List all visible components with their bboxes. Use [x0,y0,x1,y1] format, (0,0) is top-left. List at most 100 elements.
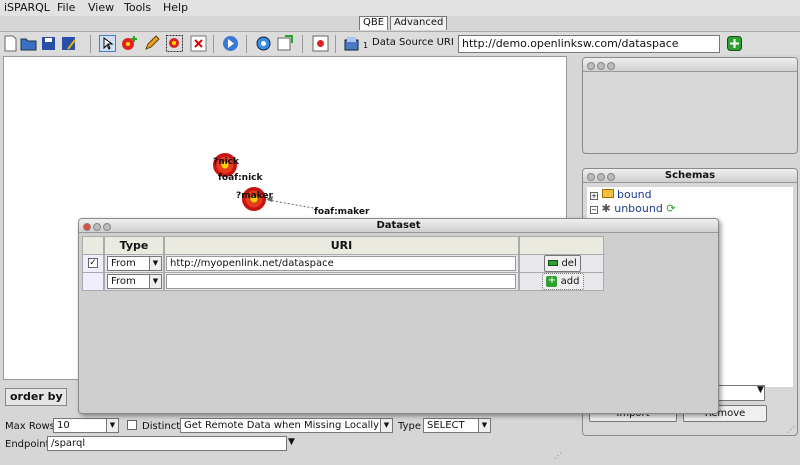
add-data-source-icon[interactable] [727,36,742,51]
max-rows-label: Max Rows [5,421,55,432]
type-label: Type [398,421,421,432]
dropdown-arrow-icon[interactable]: ▼ [149,257,161,270]
window-close-icon[interactable] [587,62,595,70]
type-value: From [111,276,136,287]
type-value: From [111,258,136,269]
dataset-titlebar: Dataset [79,219,718,233]
window-close-icon[interactable] [587,173,595,181]
data-source-input[interactable]: http://demo.openlinksw.com/dataspace [458,35,720,53]
header-cell [519,236,604,255]
group-nodes-icon[interactable] [166,35,183,52]
row-type-select[interactable]: From ▼ [104,272,164,291]
header-cell [82,236,104,255]
schemas-title: Schemas [664,170,716,181]
endpoint-dropdown-icon[interactable]: ▼ [288,437,295,447]
distinct-checkbox[interactable] [127,420,137,430]
window-zoom-icon[interactable] [103,223,111,231]
window-minimize-icon[interactable] [597,173,605,181]
row-checkbox[interactable]: ✓ [82,254,104,273]
add-button[interactable]: + add [542,273,584,290]
tab-advanced[interactable]: Advanced [390,16,448,30]
toolbar-separator [246,35,247,53]
toolbar-separator [302,35,303,53]
uri-input[interactable]: http://myopenlink.net/dataspace [166,256,516,271]
data-source-icon[interactable] [344,35,361,52]
row-type-select[interactable]: From ▼ [104,254,164,273]
remote-data-select[interactable]: Get Remote Data when Missing Locally ▼ [180,418,393,433]
plus-icon: + [546,274,558,287]
header-uri: URI [164,236,519,255]
row-action-cell: del [519,254,604,273]
refresh-icon[interactable]: ⟳ [666,202,675,215]
add-node-icon[interactable] [121,35,138,52]
row-action-cell: + add [519,272,604,291]
edge-label[interactable]: foaf:maker [314,207,369,217]
uri-input[interactable] [166,274,516,289]
schema-dropdown-icon[interactable]: ▼ [757,385,764,395]
menu-tools[interactable]: Tools [124,1,151,14]
max-rows-select[interactable]: 10 ▼ [53,418,119,433]
expand-plus-icon[interactable]: + [590,192,598,200]
add-label: add [560,276,580,287]
toolbar: 1 Data Source URI http://demo.openlinksw… [0,31,800,55]
edge-label[interactable]: foaf:nick [218,173,263,183]
menu-app[interactable]: iSPARQL [4,1,50,14]
tree-item-label: unbound [614,202,663,215]
new-file-icon[interactable] [2,35,19,52]
pencil-icon[interactable] [143,35,160,52]
delete-icon[interactable] [190,35,207,52]
properties-panel [582,57,798,154]
save-icon[interactable] [40,35,57,52]
resize-grip-icon[interactable]: ⋰ [787,425,795,434]
select-arrow-icon[interactable] [99,35,116,52]
type-select[interactable]: From ▼ [107,274,162,289]
type-select[interactable]: From ▼ [107,256,162,271]
menu-view[interactable]: View [88,1,114,14]
tree-item-unbound[interactable]: − ✱ unbound ⟳ [590,202,676,215]
checkmark-icon: ✓ [88,258,98,268]
menu-help[interactable]: Help [163,1,188,14]
tree-item-label: bound [617,188,652,201]
settings-gear-icon[interactable] [255,35,272,52]
node-label: ?nick [213,157,240,167]
run-query-icon[interactable] [222,35,239,52]
dropdown-arrow-icon[interactable]: ▼ [106,419,118,432]
tree-item-bound[interactable]: + bound [590,188,652,201]
table-header-row: Type URI [82,236,604,255]
window-zoom-icon[interactable] [607,62,615,70]
export-icon[interactable] [277,35,294,52]
window-close-icon[interactable] [83,223,91,231]
distinct-label: Distinct [142,421,181,432]
spinner-icon: ✱ [601,202,611,215]
panel-titlebar [583,58,797,72]
del-button[interactable]: del [544,255,581,272]
window-minimize-icon[interactable] [93,223,101,231]
toolbar-separator [335,35,336,53]
toolbar-separator [90,35,91,53]
menu-file[interactable]: File [57,1,75,14]
save-as-icon[interactable] [60,35,77,52]
toolbar-separator [213,35,214,53]
window-minimize-icon[interactable] [597,62,605,70]
dropdown-arrow-icon[interactable]: ▼ [478,419,490,432]
window-zoom-icon[interactable] [607,173,615,181]
order-by-button[interactable]: order by [5,388,67,406]
del-label: del [561,258,577,269]
collapse-minus-icon[interactable]: − [590,206,598,214]
schemas-titlebar: Schemas [583,169,797,183]
table-row: From ▼ + add [82,272,604,291]
resize-grip-icon[interactable]: ⋰ [554,451,562,460]
minus-icon [548,260,559,266]
row-uri-cell [164,272,519,291]
dataset-dialog: Dataset Type URI ✓ From ▼ http://myopenli… [78,218,719,414]
row-checkbox-cell [82,272,104,291]
count-badge: 1 [363,41,369,50]
dropdown-arrow-icon[interactable]: ▼ [149,275,161,288]
table-row: ✓ From ▼ http://myopenlink.net/dataspace … [82,254,604,273]
endpoint-input[interactable]: /sparql [47,436,287,451]
query-type-select[interactable]: SELECT ▼ [423,418,491,433]
tab-qbe[interactable]: QBE [359,16,389,30]
dropdown-arrow-icon[interactable]: ▼ [380,419,392,432]
permalink-icon[interactable] [312,35,329,52]
open-folder-icon[interactable] [20,35,37,52]
